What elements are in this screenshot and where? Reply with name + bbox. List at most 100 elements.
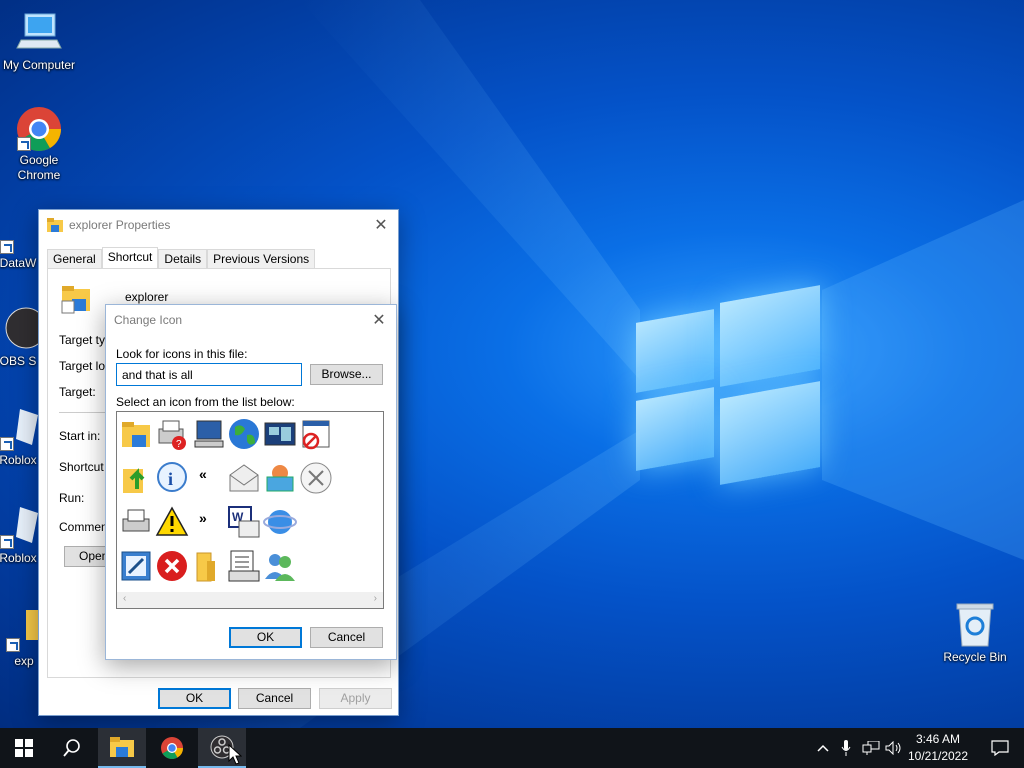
computer-icon[interactable] <box>191 417 225 451</box>
warning-icon[interactable] <box>155 505 189 539</box>
shortcut-arrow-icon <box>0 437 14 451</box>
explorer-icon <box>61 286 90 314</box>
windows-icon[interactable] <box>263 417 297 451</box>
apply-button[interactable]: Apply <box>319 688 392 709</box>
close-button[interactable]: ✕ <box>364 210 398 240</box>
icon-file-input[interactable] <box>116 363 302 386</box>
folder-closed-icon[interactable] <box>191 549 225 583</box>
file-label: Look for icons in this file: <box>116 347 248 361</box>
chevron-up-icon <box>817 744 829 752</box>
shortcut-name: explorer <box>125 290 169 304</box>
info-icon[interactable]: i <box>155 461 189 495</box>
shortcut-arrow-icon <box>6 638 20 652</box>
roblox-icon <box>0 405 38 451</box>
obs-icon <box>0 306 47 352</box>
dialog-title: Change Icon <box>114 313 183 327</box>
error-icon[interactable] <box>155 549 189 583</box>
tab-general[interactable]: General <box>47 249 102 269</box>
windows-start-icon <box>15 739 33 757</box>
title-bar: explorer Properties ✕ <box>39 210 398 240</box>
chrome-icon <box>15 105 63 151</box>
svg-text:»: » <box>199 510 207 526</box>
show-hidden-icons-button[interactable] <box>812 728 834 768</box>
volume-button[interactable] <box>883 728 905 768</box>
desktop-icon-label: My Computer <box>2 58 76 72</box>
rewind-icon[interactable]: « <box>191 461 225 495</box>
microphone-button[interactable] <box>836 728 856 768</box>
microphone-icon <box>841 740 851 756</box>
recycle-bin-icon <box>951 602 999 648</box>
network-icon <box>862 741 880 755</box>
taskbar-chrome[interactable] <box>148 728 196 768</box>
globe-icon[interactable] <box>227 417 261 451</box>
start-button[interactable] <box>0 728 48 768</box>
folder-icon[interactable] <box>119 417 153 451</box>
fast-forward-icon[interactable]: » <box>191 505 225 539</box>
desktop-icon-label: Recycle Bin <box>943 650 1007 664</box>
run-label: Run: <box>59 491 85 505</box>
folder-up-icon[interactable] <box>119 461 153 495</box>
users-icon[interactable] <box>263 549 297 583</box>
taskbar-file-explorer[interactable] <box>98 728 146 768</box>
desktop-icon-my-computer[interactable]: My Computer <box>1 10 77 73</box>
tab-strip: General Shortcut Details Previous Versio… <box>47 247 316 269</box>
desktop-icon-label: exp <box>14 654 34 668</box>
svg-text:?: ? <box>176 439 182 450</box>
window-title: explorer Properties <box>69 218 171 232</box>
network-button[interactable] <box>860 728 882 768</box>
cancel-button[interactable]: Cancel <box>310 627 383 648</box>
tab-shortcut[interactable]: Shortcut <box>101 247 159 269</box>
search-button[interactable] <box>48 728 96 768</box>
cancel-button[interactable]: Cancel <box>238 688 311 709</box>
change-icon-dialog: Change Icon ✕ Look for icons in this fil… <box>105 304 397 660</box>
browse-button[interactable]: Browse... <box>310 364 383 385</box>
desktop-icon-label: Roblox <box>0 453 37 467</box>
svg-text:«: « <box>199 466 207 482</box>
volume-icon <box>885 741 901 755</box>
roblox-icon <box>0 503 38 549</box>
icon-list[interactable]: ? i « » W ‹ › <box>116 411 384 609</box>
app-icon <box>0 208 38 254</box>
file-explorer-icon <box>110 737 134 757</box>
tab-details[interactable]: Details <box>158 249 208 269</box>
system-clock[interactable]: 3:46 AM 10/21/2022 <box>904 731 972 765</box>
properties-icon[interactable] <box>227 549 261 583</box>
start-in-label: Start in: <box>59 429 101 443</box>
action-center-button[interactable] <box>976 728 1024 768</box>
target-location-label: Target loc <box>59 359 112 373</box>
close-button[interactable]: ✕ <box>362 305 396 335</box>
shortcut-arrow-icon <box>0 240 14 254</box>
clock-time: 3:46 AM <box>915 732 961 746</box>
close-icon: ✕ <box>374 217 388 234</box>
shortcut-arrow-icon <box>17 137 31 151</box>
printer-help-icon[interactable]: ? <box>155 417 189 451</box>
cancel-circle-icon[interactable] <box>299 461 333 495</box>
mail-icon[interactable] <box>227 461 261 495</box>
mouse-cursor-icon <box>228 744 242 765</box>
desktop-icon-label: OBS S <box>0 354 37 368</box>
ok-button[interactable]: OK <box>229 627 302 648</box>
horizontal-scrollbar[interactable]: ‹ › <box>117 592 383 608</box>
chrome-icon <box>161 737 183 759</box>
desktop-icon-recycle-bin[interactable]: Recycle Bin <box>937 602 1013 665</box>
desktop-icon-google-chrome[interactable]: Google Chrome <box>1 105 77 183</box>
title-bar: Change Icon ✕ <box>106 305 396 335</box>
scroll-right-icon[interactable]: › <box>374 593 377 604</box>
close-icon: ✕ <box>372 312 386 329</box>
printer-icon[interactable] <box>119 505 153 539</box>
scroll-left-icon[interactable]: ‹ <box>123 593 126 604</box>
target-type-label: Target typ <box>59 333 112 347</box>
blocked-window-icon[interactable] <box>299 417 333 451</box>
desktop-icon-label: DataW <box>0 256 37 270</box>
ok-button[interactable]: OK <box>158 688 231 709</box>
shortcut-arrow-icon <box>0 535 14 549</box>
taskbar: 3:46 AM 10/21/2022 <box>0 728 1024 768</box>
tab-previous-versions[interactable]: Previous Versions <box>207 249 316 269</box>
document-icon[interactable]: W <box>227 505 261 539</box>
ie-globe-icon[interactable] <box>263 505 297 539</box>
notification-icon <box>991 740 1009 756</box>
list-label: Select an icon from the list below: <box>116 395 295 409</box>
basket-icon[interactable] <box>263 461 297 495</box>
target-label: Target: <box>59 385 96 399</box>
edit-icon[interactable] <box>119 549 153 583</box>
